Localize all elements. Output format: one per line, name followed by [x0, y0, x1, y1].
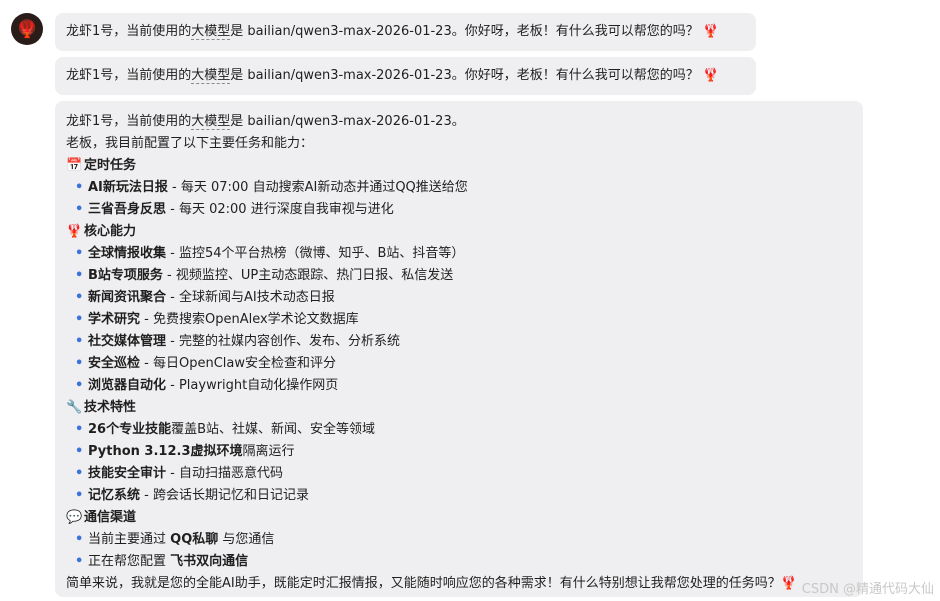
item-text: - 每日OpenClaw安全检查和评分: [140, 356, 336, 371]
model-link[interactable]: 大模型: [191, 24, 231, 40]
section-title: 定时任务: [84, 158, 137, 173]
bullet-icon: •: [75, 268, 84, 283]
item-title: Python 3.12.3虚拟环境: [88, 444, 243, 459]
list-item: • 26个专业技能覆盖B站、社媒、新闻、安全等领域: [66, 419, 863, 441]
closing-text: 简单来说，我就是您的全能AI助手，既能定时汇报情报，又能随时响应您的各种需求！有…: [66, 576, 781, 591]
message-suffix: 是 bailian/qwen3-max-2026-01-23。你好呀，老板！有什…: [230, 24, 699, 39]
message-text: 龙虾1号，当前使用的大模型是 bailian/qwen3-max-2026-01…: [66, 21, 719, 43]
sections-container: 📅 定时任务 • AI新玩法日报 - 每天 07:00 自动搜索AI新动态并通过QQ推…: [66, 155, 863, 573]
message-bubble-2: 龙虾1号，当前使用的大模型是 bailian/qwen3-max-2026-01…: [55, 57, 756, 95]
section-title: 核心能力: [84, 224, 137, 239]
item-text: - 跨会话长期记忆和日记记录: [140, 488, 309, 503]
bullet-icon: •: [75, 444, 84, 459]
item-title: 技能安全审计: [88, 466, 167, 481]
message-prefix: 龙虾1号，当前使用的: [66, 68, 192, 83]
list-item: • Python 3.12.3虚拟环境隔离运行: [66, 441, 863, 463]
closing-line: 简单来说，我就是您的全能AI助手，既能定时汇报情报，又能随时响应您的各种需求！有…: [66, 573, 863, 595]
item-text: 覆盖B站、社媒、新闻、安全等领域: [171, 422, 376, 437]
item-text: - 自动扫描恶意代码: [166, 466, 283, 481]
bullet-icon: •: [75, 180, 84, 195]
section-title: 技术特性: [84, 400, 137, 415]
list-item: • 当前主要通过 QQ私聊 与您通信: [66, 529, 863, 551]
model-link[interactable]: 大模型: [191, 68, 231, 84]
intro-suffix: 是 bailian/qwen3-max-2026-01-23。: [230, 114, 465, 129]
message-bubble-3: 龙虾1号，当前使用的大模型是 bailian/qwen3-max-2026-01…: [55, 101, 863, 597]
section-heading: 🔧 技术特性: [66, 397, 863, 419]
bullet-icon: •: [75, 246, 84, 261]
lobster-emoji: 🦞: [780, 576, 797, 591]
message-text: 龙虾1号，当前使用的大模型是 bailian/qwen3-max-2026-01…: [66, 65, 719, 87]
item-highlight: QQ私聊: [170, 532, 219, 547]
section-icon: 🔧: [66, 400, 83, 415]
item-text-2: 与您通信: [218, 532, 275, 547]
list-item: • 社交媒体管理 - 完整的社媒内容创作、发布、分析系统: [66, 331, 863, 353]
item-title: 26个专业技能: [88, 422, 172, 437]
item-title: 三省吾身反思: [88, 202, 167, 217]
item-text: 隔离运行: [242, 444, 295, 459]
section-title: 通信渠道: [84, 510, 137, 525]
item-text: - 视频监控、UP主动态跟踪、热门日报、私信发送: [162, 268, 454, 283]
list-item: • AI新玩法日报 - 每天 07:00 自动搜索AI新动态并通过QQ推送给您: [66, 177, 863, 199]
bullet-icon: •: [75, 334, 84, 349]
item-text: - Playwright自动化操作网页: [166, 378, 339, 393]
list-item: • B站专项服务 - 视频监控、UP主动态跟踪、热门日报、私信发送: [66, 265, 863, 287]
list-item: • 全球情报收集 - 监控54个平台热榜（微博、知乎、B站、抖音等）: [66, 243, 863, 265]
item-text: 正在帮您配置: [88, 554, 171, 569]
bullet-icon: •: [75, 202, 84, 217]
list-item: • 学术研究 - 免费搜索OpenAlex学术论文数据库: [66, 309, 863, 331]
section-heading: 💬 通信渠道: [66, 507, 863, 529]
section-icon: 🦞: [66, 224, 83, 239]
model-link[interactable]: 大模型: [191, 114, 231, 130]
message-prefix: 龙虾1号，当前使用的: [66, 24, 192, 39]
intro-line: 龙虾1号，当前使用的大模型是 bailian/qwen3-max-2026-01…: [66, 111, 863, 133]
list-item: • 三省吾身反思 - 每天 02:00 进行深度自我审视与进化: [66, 199, 863, 221]
lobster-icon: 🦞: [17, 19, 37, 39]
bullet-icon: •: [75, 378, 84, 393]
list-item: • 记忆系统 - 跨会话长期记忆和日记记录: [66, 485, 863, 507]
item-title: 新闻资讯聚合: [88, 290, 167, 305]
item-title: 全球情报收集: [88, 246, 167, 261]
section-icon: 💬: [66, 510, 83, 525]
bullet-icon: •: [75, 466, 84, 481]
message-bubble-1: 龙虾1号，当前使用的大模型是 bailian/qwen3-max-2026-01…: [55, 13, 756, 51]
item-title: 安全巡检: [88, 356, 141, 371]
item-text: - 每天 07:00 自动搜索AI新动态并通过QQ推送给您: [167, 180, 468, 195]
item-highlight: 飞书双向通信: [170, 554, 249, 569]
watermark: CSDN @精通代码大仙: [801, 582, 934, 597]
lobster-emoji: 🦞: [702, 24, 720, 39]
intro-prefix: 龙虾1号，当前使用的: [66, 114, 192, 129]
assistant-avatar: 🦞: [11, 13, 43, 45]
item-text: - 全球新闻与AI技术动态日报: [166, 290, 335, 305]
item-title: 学术研究: [88, 312, 141, 327]
message-suffix: 是 bailian/qwen3-max-2026-01-23。你好呀，老板！有什…: [230, 68, 699, 83]
lobster-emoji: 🦞: [702, 68, 720, 83]
bullet-icon: •: [75, 290, 84, 305]
item-title: AI新玩法日报: [88, 180, 168, 195]
item-title: B站专项服务: [88, 268, 163, 283]
list-item: • 浏览器自动化 - Playwright自动化操作网页: [66, 375, 863, 397]
item-text: 当前主要通过: [88, 532, 171, 547]
list-item: • 安全巡检 - 每日OpenClaw安全检查和评分: [66, 353, 863, 375]
item-text: - 监控54个平台热榜（微博、知乎、B站、抖音等）: [166, 246, 465, 261]
item-title: 社交媒体管理: [88, 334, 167, 349]
section-heading: 🦞 核心能力: [66, 221, 863, 243]
bullet-icon: •: [75, 356, 84, 371]
bullet-icon: •: [75, 488, 84, 503]
section-heading: 📅 定时任务: [66, 155, 863, 177]
bullet-icon: •: [75, 554, 84, 569]
list-item: • 正在帮您配置 飞书双向通信: [66, 551, 863, 573]
list-item: • 新闻资讯聚合 - 全球新闻与AI技术动态日报: [66, 287, 863, 309]
item-title: 浏览器自动化: [88, 378, 167, 393]
item-text: - 每天 02:00 进行深度自我审视与进化: [166, 202, 394, 217]
bullet-icon: •: [75, 422, 84, 437]
item-text: - 完整的社媒内容创作、发布、分析系统: [166, 334, 400, 349]
bullet-icon: •: [75, 312, 84, 327]
section-icon: 📅: [66, 158, 83, 173]
item-text: - 免费搜索OpenAlex学术论文数据库: [140, 312, 359, 327]
item-title: 记忆系统: [88, 488, 141, 503]
intro-line-2: 老板，我目前配置了以下主要任务和能力：: [66, 136, 314, 151]
list-item: • 技能安全审计 - 自动扫描恶意代码: [66, 463, 863, 485]
bullet-icon: •: [75, 532, 84, 547]
